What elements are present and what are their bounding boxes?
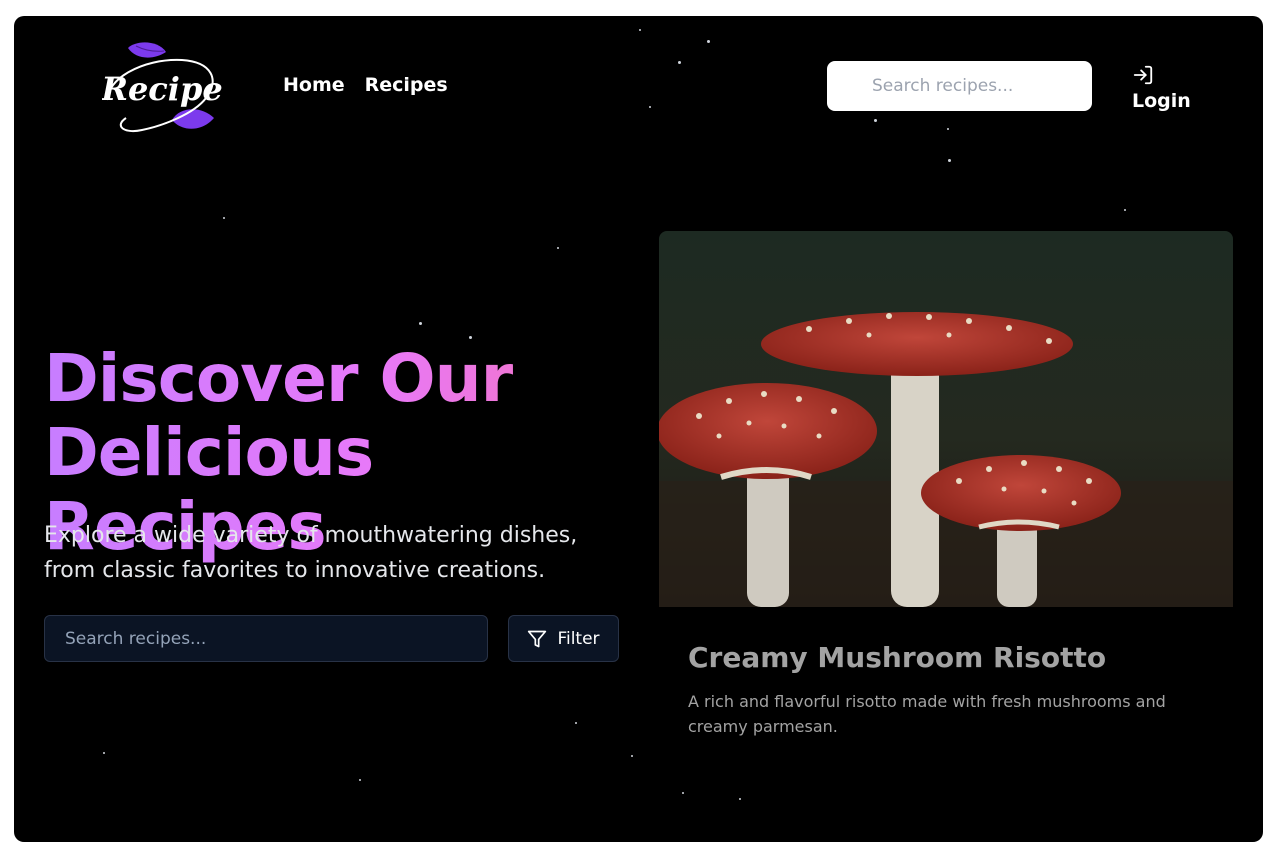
star-decoration [631, 755, 633, 757]
mushroom-image [659, 231, 1233, 607]
nav-home[interactable]: Home [283, 74, 345, 96]
star-decoration [707, 40, 710, 43]
star-decoration [1124, 209, 1126, 211]
login-button[interactable]: Login [1132, 64, 1191, 112]
star-decoration [874, 119, 877, 122]
star-decoration [678, 61, 681, 64]
hero-subtitle-line-2: from classic favorites to innovative cre… [44, 558, 546, 583]
featured-recipe-card[interactable]: Creamy Mushroom Risotto A rich and flavo… [659, 231, 1233, 791]
star-decoration [649, 106, 651, 108]
star-decoration [682, 792, 684, 794]
page-frame: Recipe Home Recipes Login Discover Our D… [14, 16, 1263, 842]
header-search-input[interactable] [827, 61, 1092, 111]
login-label: Login [1132, 90, 1191, 112]
nav-recipes[interactable]: Recipes [365, 74, 448, 96]
hero-search-input[interactable] [44, 615, 488, 662]
filter-icon [528, 630, 547, 647]
featured-recipe-description: A rich and flavorful risotto made with f… [688, 692, 1166, 736]
featured-recipe-title: Creamy Mushroom Risotto [688, 641, 1107, 674]
star-decoration [419, 322, 422, 325]
star-decoration [557, 247, 559, 249]
hero-title-line-1: Discover Our [44, 340, 513, 417]
login-icon [1133, 65, 1153, 85]
star-decoration [639, 29, 641, 31]
logo-text: Recipe [102, 70, 222, 108]
star-decoration [947, 128, 949, 130]
filter-label: Filter [557, 628, 600, 649]
filter-button[interactable]: Filter [508, 615, 619, 662]
star-decoration [103, 752, 105, 754]
star-decoration [948, 159, 951, 162]
star-decoration [469, 336, 472, 339]
main-nav: Home Recipes [283, 74, 448, 96]
hero-subtitle-line-1: Explore a wide variety of mouthwatering … [44, 523, 578, 548]
logo-graphic: Recipe [100, 42, 223, 132]
star-decoration [739, 798, 741, 800]
star-decoration [223, 217, 225, 219]
hero-subtitle: Explore a wide variety of mouthwatering … [44, 518, 604, 588]
star-decoration [359, 779, 361, 781]
site-logo[interactable]: Recipe [100, 40, 223, 136]
star-decoration [575, 722, 577, 724]
